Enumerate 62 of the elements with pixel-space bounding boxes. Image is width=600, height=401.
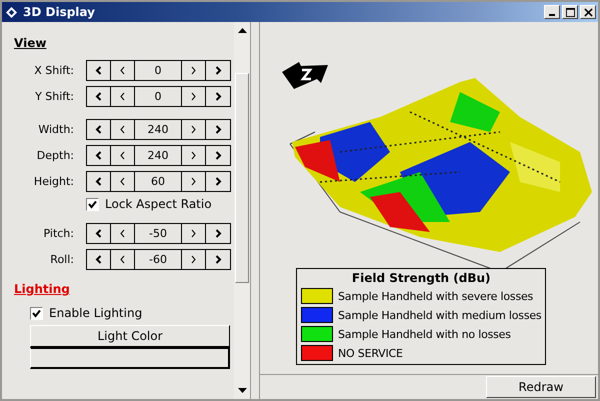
window-title: 3D Display xyxy=(23,5,96,19)
section-heading[interactable]: View xyxy=(14,36,46,50)
legend-label: NO SERVICE xyxy=(338,346,403,360)
redraw-button[interactable]: Redraw xyxy=(486,376,596,398)
close-icon xyxy=(584,8,592,16)
field-label: Height: xyxy=(32,175,74,188)
field-label: Width: xyxy=(37,123,74,136)
field-label: Depth: xyxy=(36,149,74,162)
minimize-icon xyxy=(549,14,555,16)
color-swatch-button[interactable] xyxy=(30,347,230,369)
scroll-up-icon xyxy=(238,28,246,33)
field-label: Pitch: xyxy=(42,227,74,240)
north-arrow-icon xyxy=(280,60,330,90)
legend-title: Field Strength (dBu) xyxy=(350,271,492,285)
chevron-right-icon xyxy=(214,151,222,160)
field-label: Y Shift: xyxy=(34,90,74,103)
chevron-left-icon xyxy=(119,255,126,264)
chevron-right-icon xyxy=(190,255,197,264)
app-icon xyxy=(6,6,17,18)
legend-label: Sample Handheld with no losses xyxy=(338,328,511,340)
chevron-right-icon xyxy=(190,151,197,160)
chevron-right-icon xyxy=(214,92,222,101)
chevron-left-icon xyxy=(119,229,126,238)
chevron-right-icon xyxy=(190,177,197,186)
scrollbar-thumb[interactable] xyxy=(235,73,249,283)
chevron-right-icon xyxy=(214,229,222,238)
chevron-right-icon xyxy=(214,177,222,186)
chevron-left-icon xyxy=(95,229,102,238)
chevron-left-icon xyxy=(95,92,102,101)
checkbox[interactable] xyxy=(86,198,99,210)
maximize-button[interactable] xyxy=(562,5,578,19)
chevron-right-icon xyxy=(214,125,222,134)
chevron-right-icon xyxy=(190,92,197,101)
chevron-right-icon xyxy=(190,66,197,75)
scroll-down-icon xyxy=(238,388,246,393)
checkbox[interactable] xyxy=(30,306,43,320)
section-heading[interactable]: Lighting xyxy=(14,282,70,296)
light-color-button[interactable]: Light Color xyxy=(30,325,230,347)
chevron-left-icon xyxy=(95,255,102,264)
checkbox-label: Lock Aspect Ratio xyxy=(105,197,212,211)
chevron-left-icon xyxy=(95,125,102,134)
legend-label: Sample Handheld with medium losses xyxy=(338,308,542,322)
chevron-right-icon xyxy=(214,255,222,264)
chevron-left-icon xyxy=(95,151,102,160)
chevron-left-icon xyxy=(119,177,126,186)
close-button[interactable] xyxy=(580,5,596,19)
field-label: Roll: xyxy=(49,253,74,266)
chevron-left-icon xyxy=(119,125,126,134)
chevron-left-icon xyxy=(119,92,126,101)
maximize-icon xyxy=(566,8,574,16)
minimize-button[interactable] xyxy=(544,5,560,19)
checkbox-label: Enable Lighting xyxy=(49,306,142,320)
chevron-left-icon xyxy=(119,151,126,160)
vertical-scrollbar[interactable] xyxy=(234,22,250,399)
chevron-left-icon xyxy=(95,177,102,186)
chevron-right-icon xyxy=(190,229,197,238)
legend-label: Sample Handheld with severe losses xyxy=(338,290,534,302)
field-label: X Shift: xyxy=(33,64,74,77)
chevron-left-icon xyxy=(95,66,102,75)
chevron-left-icon xyxy=(119,66,126,75)
chevron-right-icon xyxy=(190,125,197,134)
chevron-right-icon xyxy=(214,66,222,75)
